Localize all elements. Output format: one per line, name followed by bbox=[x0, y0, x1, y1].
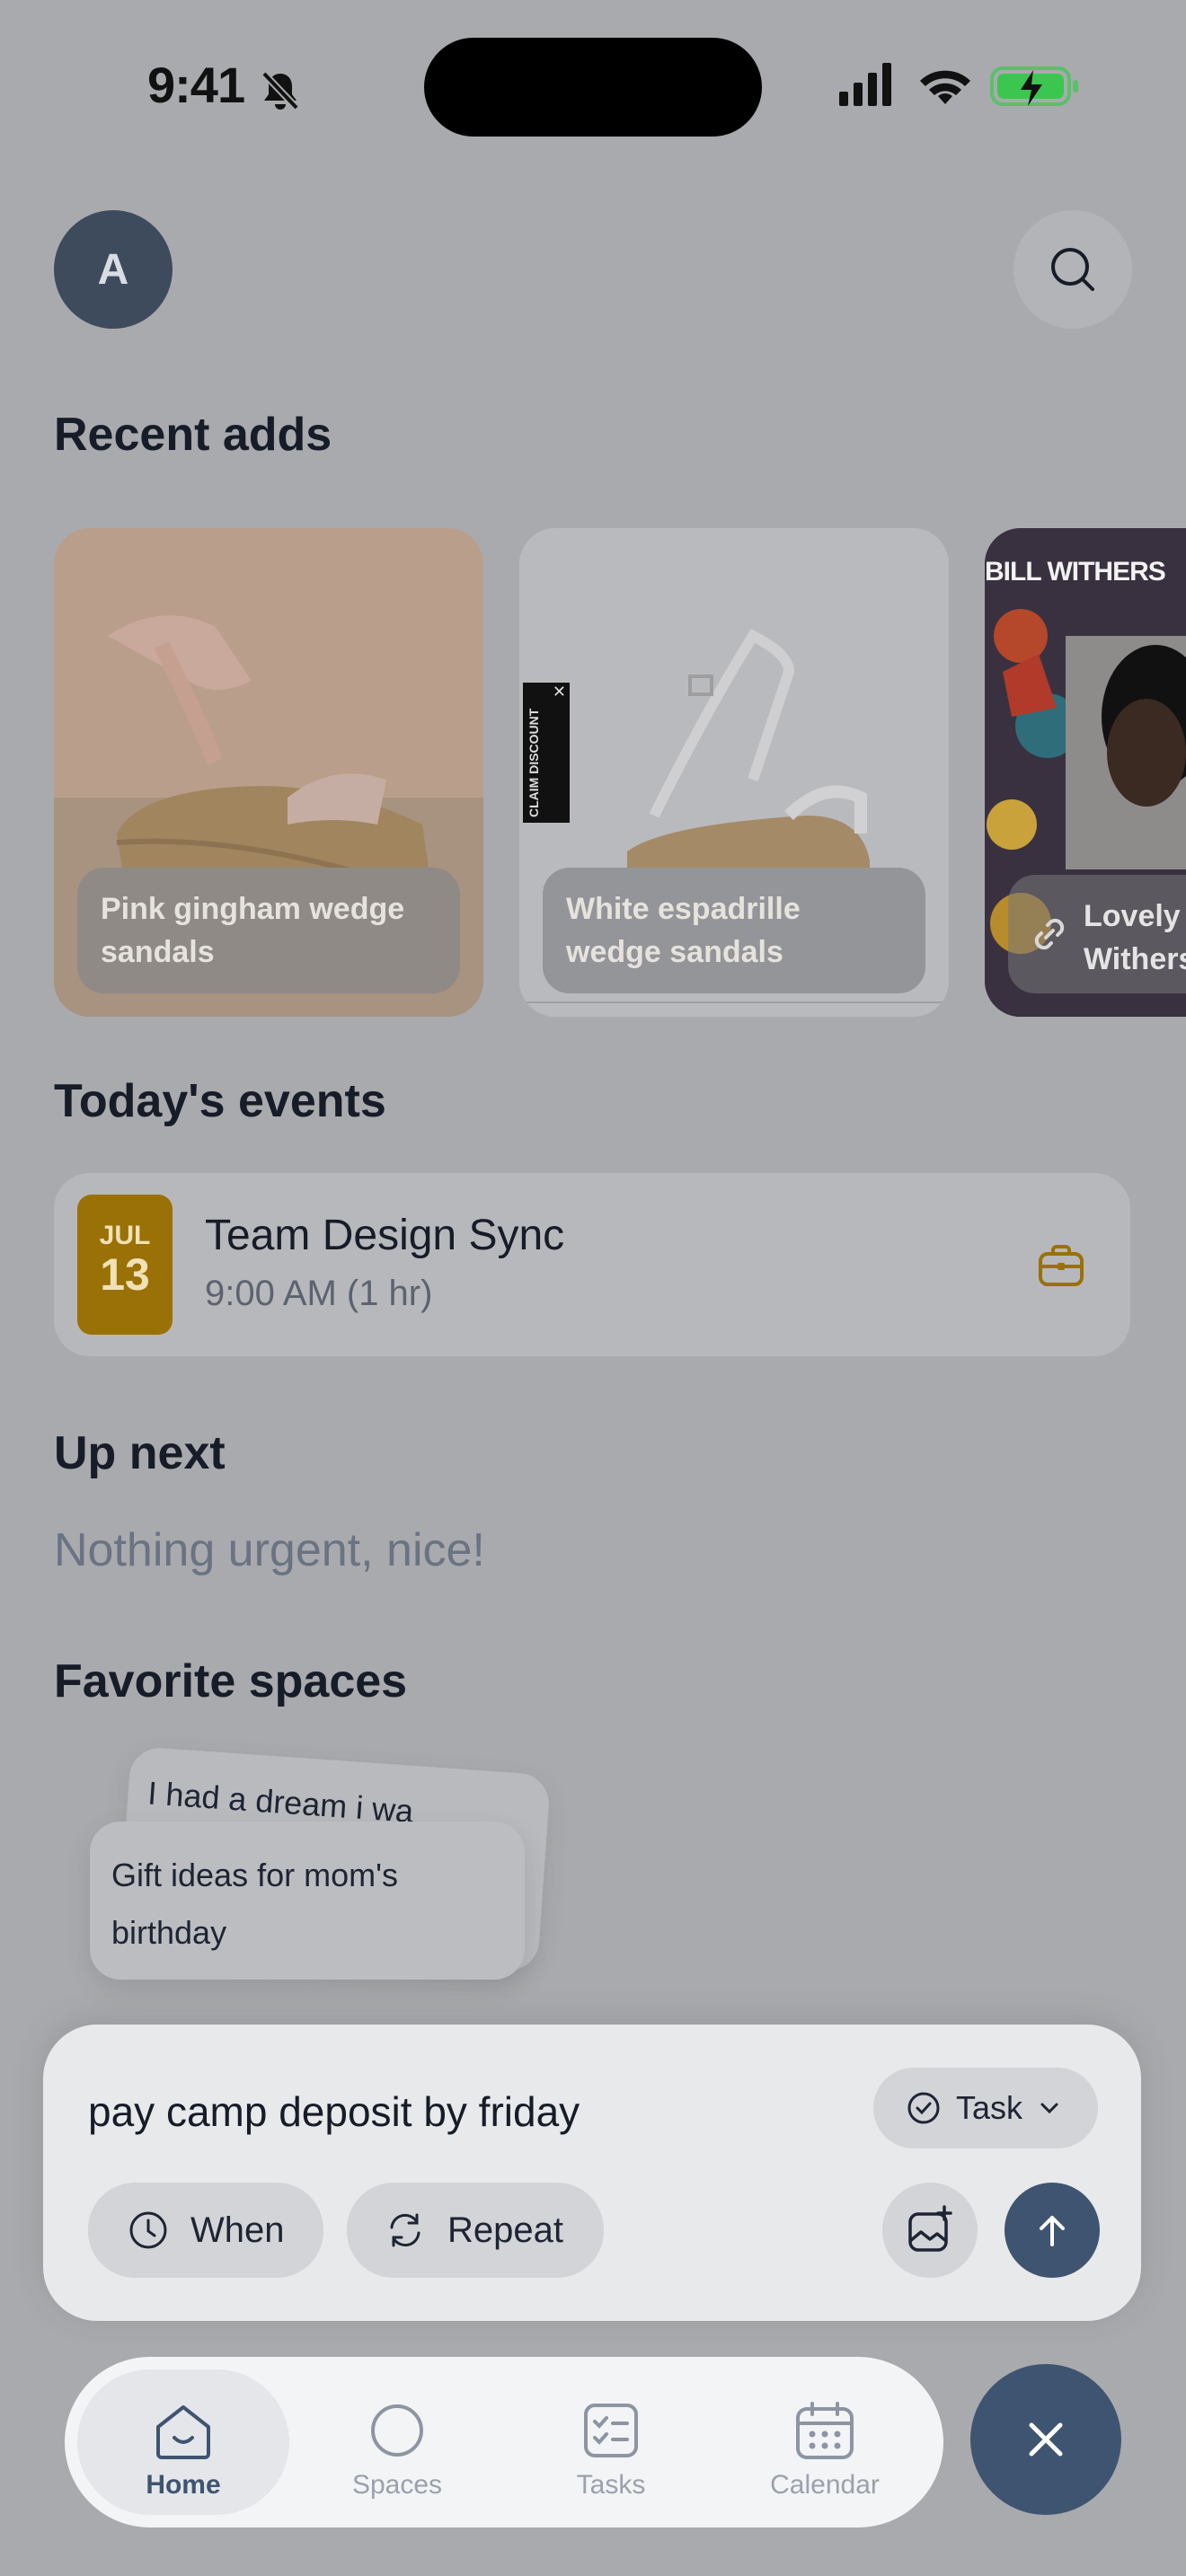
tab-calendar[interactable]: Calendar bbox=[719, 2369, 931, 2515]
event-title: Team Design Sync bbox=[205, 1212, 565, 1259]
home-icon bbox=[156, 2405, 210, 2459]
add-image-button[interactable] bbox=[882, 2183, 978, 2278]
close-icon bbox=[1029, 2422, 1063, 2457]
image-add-icon bbox=[908, 2205, 952, 2252]
link-icon bbox=[1034, 918, 1065, 950]
ad-banner[interactable]: CLAIM DISCOUNT ✕ bbox=[523, 683, 570, 823]
arrow-up-icon bbox=[1040, 2216, 1065, 2246]
when-label: When bbox=[190, 2210, 285, 2250]
task-type-label: Task bbox=[956, 2089, 1023, 2126]
battery-charging-icon bbox=[990, 66, 1078, 106]
quick-add-composer: pay camp deposit by friday Task When Rep… bbox=[43, 2025, 1141, 2321]
event-card[interactable]: JUL 13 Team Design Sync 9:00 AM (1 hr) bbox=[54, 1173, 1130, 1356]
tab-tasks[interactable]: Tasks bbox=[505, 2369, 717, 2515]
dynamic-island bbox=[424, 38, 762, 137]
wifi-icon bbox=[920, 70, 970, 104]
recent-adds-title: Recent adds bbox=[54, 409, 332, 461]
avatar-initial: A bbox=[97, 245, 129, 294]
briefcase-icon bbox=[1039, 1245, 1084, 1286]
check-circle-icon bbox=[907, 2092, 940, 2124]
spaces-icon bbox=[371, 2404, 423, 2457]
recent-add-card-white-sandals[interactable]: CLAIM DISCOUNT ✕ White espadrille wedge … bbox=[519, 528, 949, 1017]
space-card-label: Gift ideas for mom's birthday bbox=[111, 1857, 398, 1951]
card-caption: White espadrille wedge sandals bbox=[543, 868, 925, 993]
recent-add-card-pink-sandals[interactable]: Pink gingham wedge sandals bbox=[54, 528, 483, 1017]
task-type-dropdown[interactable]: Task bbox=[873, 2068, 1098, 2148]
ad-close-icon[interactable]: ✕ bbox=[553, 683, 566, 701]
tab-spaces-label: Spaces bbox=[351, 2470, 443, 2500]
event-month: JUL bbox=[99, 1221, 151, 1250]
ad-banner-label: CLAIM DISCOUNT bbox=[527, 708, 541, 817]
when-button[interactable]: When bbox=[88, 2183, 323, 2278]
tab-home-label: Home bbox=[146, 2470, 221, 2500]
close-button[interactable] bbox=[970, 2364, 1121, 2515]
chevron-down-icon bbox=[1040, 2103, 1058, 2114]
tab-tasks-label: Tasks bbox=[576, 2470, 646, 2500]
calendar-icon bbox=[796, 2402, 854, 2459]
repeat-label: Repeat bbox=[447, 2210, 563, 2250]
favorite-spaces-title: Favorite spaces bbox=[54, 1655, 408, 1707]
card-caption-box: Lovely Withers bbox=[1008, 875, 1186, 993]
submit-button[interactable] bbox=[1005, 2183, 1100, 2278]
card-caption: Pink gingham wedge sandals bbox=[77, 868, 460, 993]
repeat-button[interactable]: Repeat bbox=[347, 2183, 604, 2278]
card-caption: Lovely Withers bbox=[1084, 899, 1186, 976]
tab-bar: Home Spaces Tasks Calendar bbox=[65, 2357, 943, 2527]
event-date-badge: JUL 13 bbox=[77, 1195, 173, 1335]
composer-input[interactable]: pay camp deposit by friday bbox=[88, 2087, 580, 2136]
repeat-icon bbox=[390, 2213, 420, 2247]
search-icon bbox=[1051, 248, 1094, 291]
tasks-icon bbox=[584, 2404, 638, 2457]
recent-add-card-bill-withers[interactable]: BILL WITHERS Lovely Withers bbox=[985, 528, 1186, 1017]
tab-home[interactable]: Home bbox=[77, 2369, 289, 2515]
event-time: 9:00 AM (1 hr) bbox=[205, 1274, 433, 1313]
search-button[interactable] bbox=[1013, 210, 1132, 329]
space-card[interactable]: Gift ideas for mom's birthday bbox=[90, 1822, 525, 1980]
tab-calendar-label: Calendar bbox=[770, 2470, 880, 2500]
tab-spaces[interactable]: Spaces bbox=[291, 2369, 503, 2515]
up-next-message: Nothing urgent, nice! bbox=[54, 1524, 485, 1576]
signal-icon bbox=[839, 63, 891, 106]
event-day: 13 bbox=[100, 1249, 150, 1300]
clock-icon bbox=[129, 2211, 167, 2249]
album-banner-text: BILL WITHERS bbox=[985, 557, 1166, 587]
events-title: Today's events bbox=[54, 1075, 386, 1127]
status-icons bbox=[839, 63, 1078, 106]
avatar[interactable]: A bbox=[54, 210, 173, 329]
up-next-title: Up next bbox=[54, 1427, 226, 1479]
bell-muted-icon bbox=[261, 71, 299, 110]
status-time: 9:41 bbox=[147, 57, 245, 113]
